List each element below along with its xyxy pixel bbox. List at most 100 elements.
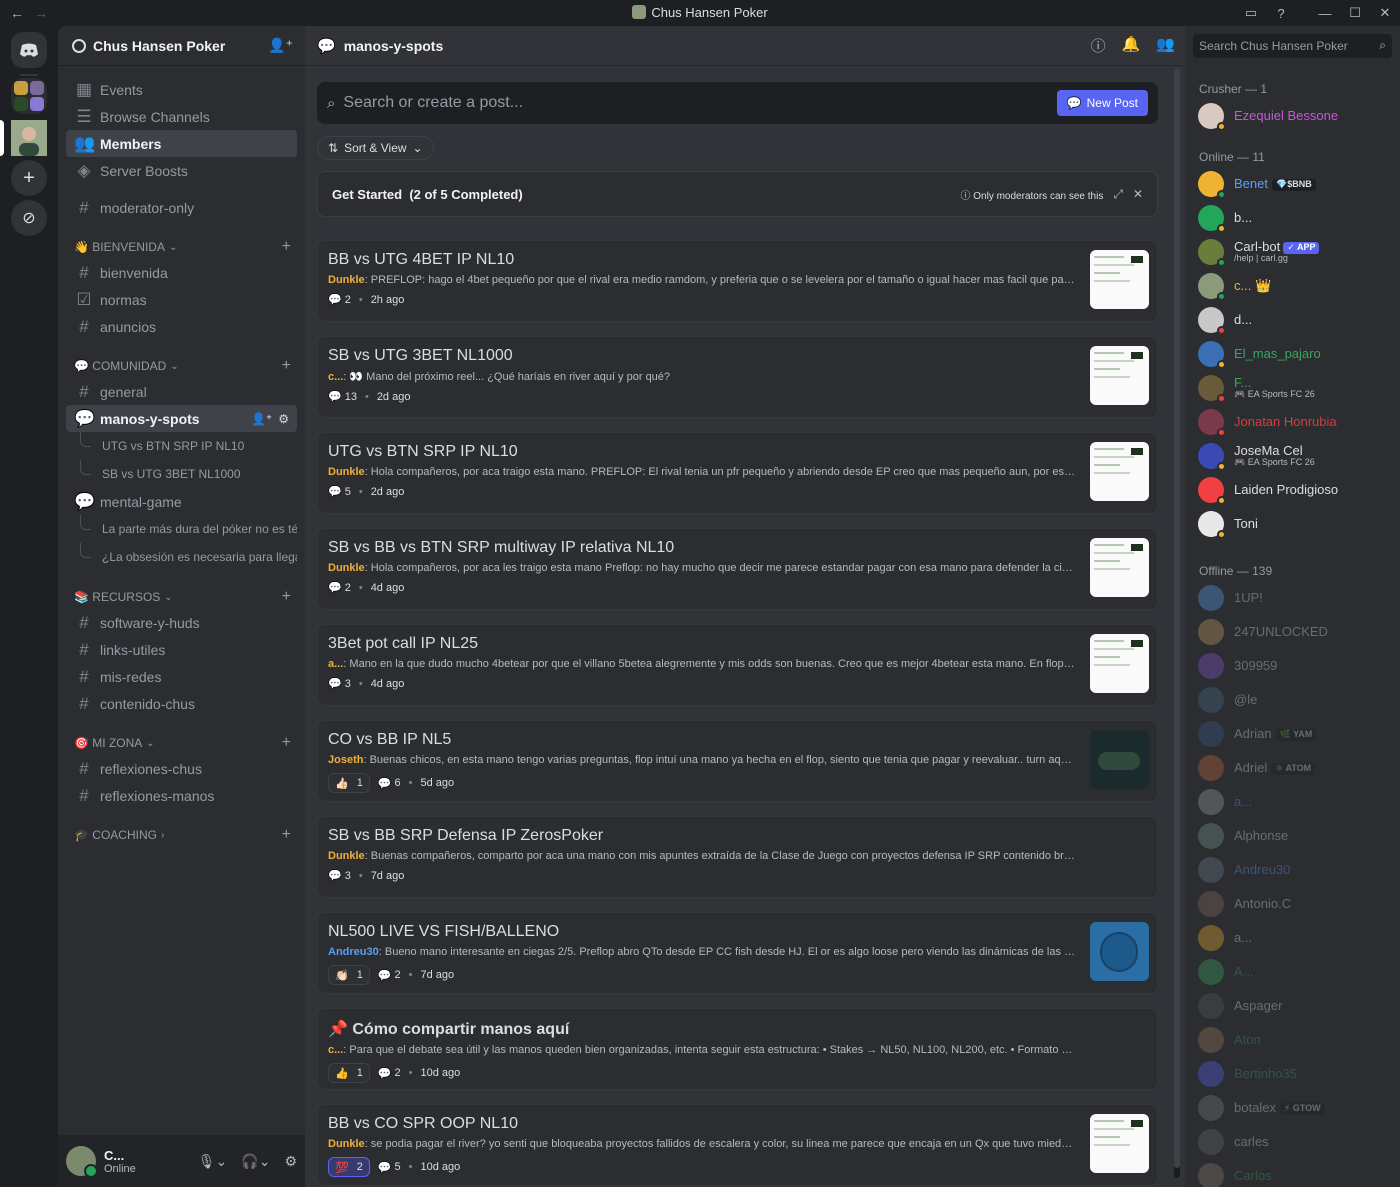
- forum-post[interactable]: 3Bet pot call IP NL25 a...: Mano en la qu…: [317, 624, 1158, 706]
- post-author[interactable]: Dunkle: [328, 1138, 365, 1150]
- member-item[interactable]: Aton: [1198, 1023, 1393, 1057]
- post-thumbnail[interactable]: [1090, 922, 1149, 981]
- post-thumbnail[interactable]: [1090, 346, 1149, 405]
- forum-post[interactable]: CO vs BB IP NL5 Joseth: Buenas chicos, en…: [317, 720, 1158, 802]
- minimize-button[interactable]: —: [1310, 6, 1340, 21]
- member-item[interactable]: Aspager: [1198, 989, 1393, 1023]
- sidebar-item-browse-channels[interactable]: ☰ Browse Channels: [66, 103, 297, 130]
- member-item[interactable]: Adrian 🌿 YAM: [1198, 717, 1393, 751]
- thread-item[interactable]: SB vs UTG 3BET NL1000: [66, 460, 297, 488]
- member-item[interactable]: a...: [1198, 785, 1393, 819]
- sidebar-item-events[interactable]: ▦ Events: [66, 76, 297, 103]
- server-search-input[interactable]: Search Chus Hansen Poker ⌕: [1193, 34, 1392, 58]
- reaction-button[interactable]: 💯 2: [328, 1157, 370, 1177]
- reaction-button[interactable]: 👍🏻 1: [328, 773, 370, 793]
- get-started-banner[interactable]: Get Started (2 of 5 Completed) ⓘ Only mo…: [317, 171, 1158, 217]
- post-author[interactable]: Andreu30: [328, 946, 379, 958]
- post-author[interactable]: Dunkle: [328, 850, 365, 862]
- close-icon[interactable]: ✕: [1133, 187, 1143, 202]
- post-author[interactable]: Dunkle: [328, 274, 365, 286]
- guild-header[interactable]: Chus Hansen Poker 👤⁺: [58, 26, 305, 66]
- reaction-button[interactable]: 👏🏻 1: [328, 965, 370, 985]
- forum-post[interactable]: SB vs BB SRP Defensa IP ZerosPoker Dunkle…: [317, 816, 1158, 898]
- new-post-button[interactable]: 💬 New Post: [1056, 90, 1148, 116]
- maximize-button[interactable]: ☐: [1340, 5, 1370, 21]
- avatar[interactable]: [66, 1146, 98, 1178]
- channel-moderator-only[interactable]: # moderator-only: [66, 194, 297, 221]
- forum-scrollbar[interactable]: [1174, 68, 1180, 1178]
- member-item[interactable]: Adriel ⚛ ATOM: [1198, 751, 1393, 785]
- channel-mis-redes[interactable]: # mis-redes: [66, 663, 297, 690]
- member-item[interactable]: Toni: [1198, 507, 1393, 541]
- member-item[interactable]: b...: [1198, 201, 1393, 235]
- post-author[interactable]: Joseth: [328, 754, 363, 766]
- close-window-button[interactable]: ✕: [1370, 5, 1400, 21]
- microphone-icon[interactable]: 🎙⌄: [198, 1153, 228, 1170]
- category-coaching[interactable]: 🎓 COACHING › +: [58, 823, 305, 847]
- member-item[interactable]: A...: [1198, 955, 1393, 989]
- channel-manos-y-spots[interactable]: 💬 manos-y-spots 👤⁺ ⚙: [66, 405, 297, 432]
- member-item[interactable]: c... 👑: [1198, 269, 1393, 303]
- member-item[interactable]: 1UP!: [1198, 581, 1393, 615]
- member-item[interactable]: carles: [1198, 1125, 1393, 1159]
- reaction-button[interactable]: 👍 1: [328, 1063, 370, 1083]
- member-item[interactable]: Jonatan Honrubia: [1198, 405, 1393, 439]
- post-author[interactable]: Dunkle: [328, 466, 365, 478]
- member-item[interactable]: 309959: [1198, 649, 1393, 683]
- member-item[interactable]: @le: [1198, 683, 1393, 717]
- add-channel-icon[interactable]: +: [282, 588, 291, 606]
- add-channel-icon[interactable]: +: [282, 826, 291, 844]
- category-recursos[interactable]: 📚 RECURSOS ⌄ +: [58, 585, 305, 609]
- sort-view-button[interactable]: ⇅ Sort & View ⌄: [317, 136, 434, 160]
- forum-post[interactable]: BB vs CO SPR OOP NL10 Dunkle: se podia pa…: [317, 1104, 1158, 1186]
- forum-post[interactable]: UTG vs BTN SRP IP NL10 Dunkle: Hola compa…: [317, 432, 1158, 514]
- member-list-icon[interactable]: 👥: [1156, 35, 1175, 56]
- member-item[interactable]: F... 🎮 EA Sports FC 26: [1198, 371, 1393, 405]
- forum-post[interactable]: NL500 LIVE VS FISH/BALLENO Andreu30: Buen…: [317, 912, 1158, 994]
- member-item[interactable]: botalex ⚡ GTOW: [1198, 1091, 1393, 1125]
- thread-item[interactable]: UTG vs BTN SRP IP NL10: [66, 432, 297, 460]
- forum-post[interactable]: SB vs BB vs BTN SRP multiway IP relativa…: [317, 528, 1158, 610]
- forum-post[interactable]: 📌 Cómo compartir manos aquí c...: Para qu…: [317, 1008, 1158, 1090]
- channel-normas[interactable]: ☑ normas: [66, 286, 297, 313]
- forward-arrow-icon[interactable]: →: [34, 5, 48, 21]
- member-item[interactable]: 247UNLOCKED: [1198, 615, 1393, 649]
- channel-links-utiles[interactable]: # links-utiles: [66, 636, 297, 663]
- category-bienvenida[interactable]: 👋 BIENVENIDA ⌄ +: [58, 235, 305, 259]
- bell-icon[interactable]: 🔔: [1122, 35, 1141, 56]
- member-item[interactable]: Ezequiel Bessone: [1198, 99, 1393, 133]
- chus-hansen-server-icon[interactable]: [11, 120, 47, 156]
- post-author[interactable]: c...: [328, 1044, 343, 1056]
- post-author[interactable]: c...: [328, 371, 343, 383]
- member-item[interactable]: Benet 💎$BNB: [1198, 167, 1393, 201]
- add-channel-icon[interactable]: +: [282, 238, 291, 256]
- add-channel-icon[interactable]: +: [282, 734, 291, 752]
- inbox-icon[interactable]: ▭: [1236, 5, 1266, 21]
- add-server-icon[interactable]: +: [11, 160, 47, 196]
- forum-post[interactable]: SB vs UTG 3BET NL1000 c...: 👀 Mano del pr…: [317, 336, 1158, 418]
- thread-item[interactable]: La parte más dura del póker no es téc...: [66, 515, 297, 543]
- post-thumbnail[interactable]: [1090, 634, 1149, 693]
- category-mi-zona[interactable]: 🎯 MI ZONA ⌄ +: [58, 731, 305, 755]
- invite-icon[interactable]: 👤⁺: [251, 412, 272, 426]
- channel-reflexiones-manos[interactable]: # reflexiones-manos: [66, 782, 297, 809]
- headphones-icon[interactable]: 🎧⌄: [241, 1153, 270, 1170]
- post-author[interactable]: a...: [328, 658, 343, 670]
- thread-item[interactable]: ¿La obsesión es necesaria para llegar ..…: [66, 543, 297, 571]
- member-item[interactable]: a...: [1198, 921, 1393, 955]
- post-thumbnail[interactable]: [1090, 730, 1149, 789]
- post-thumbnail[interactable]: [1090, 442, 1149, 501]
- back-arrow-icon[interactable]: ←: [10, 5, 24, 21]
- channel-general[interactable]: # general: [66, 378, 297, 405]
- member-item[interactable]: JoseMa Cel 🎮 EA Sports FC 26: [1198, 439, 1393, 473]
- invite-people-icon[interactable]: 👤⁺: [268, 37, 293, 54]
- expand-icon[interactable]: ⤢: [1113, 187, 1123, 202]
- member-item[interactable]: d...: [1198, 303, 1393, 337]
- member-item[interactable]: Bertinho35: [1198, 1057, 1393, 1091]
- member-item[interactable]: Alphonse: [1198, 819, 1393, 853]
- member-item[interactable]: Carlos: [1198, 1159, 1393, 1187]
- discord-home-icon[interactable]: [11, 32, 47, 68]
- info-icon[interactable]: ⓘ: [1091, 35, 1106, 56]
- member-item[interactable]: El_mas_pajaro: [1198, 337, 1393, 371]
- post-author[interactable]: Dunkle: [328, 562, 365, 574]
